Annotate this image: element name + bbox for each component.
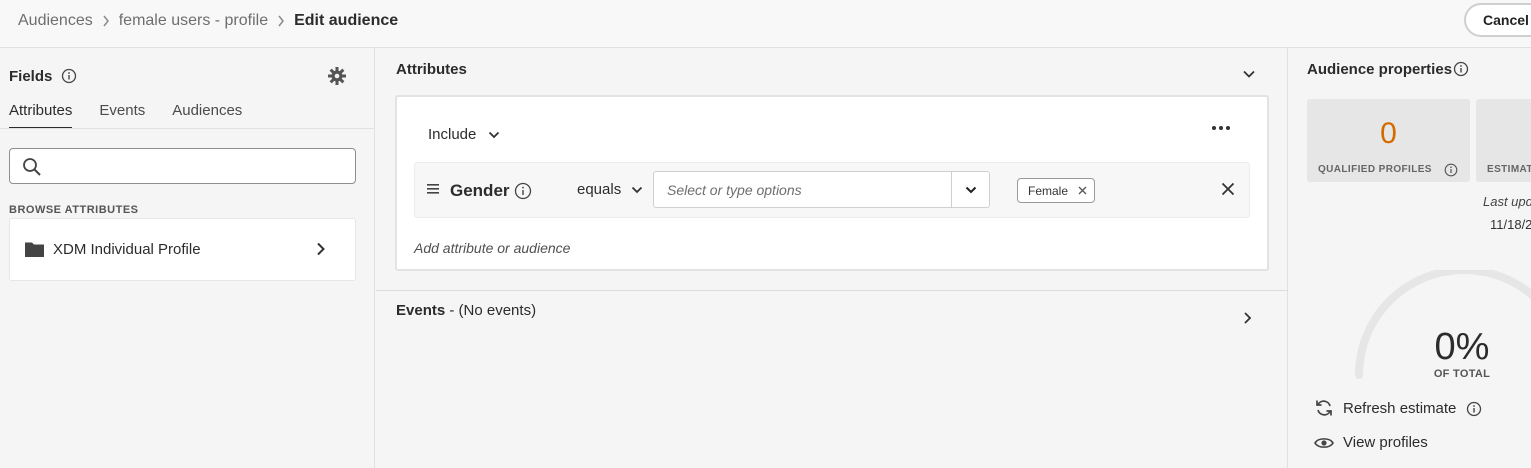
breadcrumb-audiences[interactable]: Audiences	[18, 12, 93, 30]
estimated-card: ESTIMATED	[1476, 99, 1531, 182]
last-updated-value: 11/18/2	[1490, 217, 1531, 232]
rule-builder: Attributes Include Gender equals Select …	[376, 48, 1288, 468]
page-title: Edit audience	[294, 12, 399, 29]
view-profiles-label: View profiles	[1343, 434, 1428, 451]
properties-title: Audience properties	[1307, 61, 1453, 78]
browse-item-xdm-profile[interactable]: XDM Individual Profile	[9, 218, 356, 281]
qualified-profiles-label: QUALIFIED PROFILES	[1318, 164, 1432, 175]
chevron-right-icon[interactable]	[1243, 311, 1252, 325]
events-note: - (No events)	[445, 302, 537, 319]
last-updated-label: Last updated	[1483, 194, 1531, 209]
remove-tag-icon[interactable]	[1078, 186, 1087, 195]
chevron-right-icon	[93, 11, 119, 31]
value-combobox	[653, 171, 990, 208]
events-section-header[interactable]: Events - (No events)	[396, 302, 536, 319]
info-icon[interactable]	[1466, 401, 1482, 417]
cancel-button[interactable]: Cancel	[1464, 3, 1531, 37]
qualified-profiles-card: 0 QUALIFIED PROFILES	[1307, 99, 1470, 182]
combobox-toggle-button[interactable]	[951, 172, 989, 207]
refresh-icon	[1316, 400, 1332, 416]
qualified-profiles-value: 0	[1380, 117, 1397, 150]
info-icon[interactable]	[61, 68, 77, 84]
audience-properties-panel: Audience properties 0 QUALIFIED PROFILES…	[1289, 48, 1531, 468]
fields-title: Fields	[9, 68, 53, 85]
more-options-icon[interactable]	[1211, 125, 1231, 131]
condition-row: Gender equals Female	[414, 162, 1250, 218]
operator-label: equals	[577, 181, 622, 198]
percent-of-total-value: 0%	[1434, 326, 1490, 368]
include-dropdown[interactable]: Include	[428, 126, 500, 143]
fields-tabs: Attributes Events Audiences	[9, 102, 269, 129]
top-bar: Audiences female users - profile Edit au…	[0, 0, 1531, 48]
attribute-rule-card: Include Gender equals Select or type opt…	[395, 95, 1269, 271]
folder-icon	[25, 241, 44, 257]
value-input[interactable]	[654, 172, 951, 207]
search-input[interactable]	[9, 148, 356, 184]
chevron-right-icon	[268, 11, 294, 31]
remove-condition-icon[interactable]	[1221, 182, 1235, 196]
chevron-down-icon	[489, 131, 500, 138]
value-tag: Female	[1017, 178, 1096, 203]
chevron-down-icon	[632, 186, 643, 193]
divider	[376, 290, 1288, 291]
attributes-section-title: Attributes	[396, 61, 467, 78]
drag-handle-icon[interactable]	[427, 184, 439, 194]
info-icon[interactable]	[1444, 163, 1458, 177]
condition-attribute: Gender	[450, 181, 510, 200]
chevron-down-icon	[965, 186, 976, 193]
fields-panel: Fields Attributes Events Audiences BROWS…	[0, 48, 375, 468]
view-profiles-button[interactable]: View profiles	[1314, 434, 1428, 451]
search-icon	[22, 157, 42, 177]
browse-heading: BROWSE ATTRIBUTES	[9, 204, 139, 216]
tab-events[interactable]: Events	[99, 102, 145, 129]
operator-dropdown[interactable]: equals	[577, 181, 643, 198]
browse-item-label: XDM Individual Profile	[53, 241, 201, 258]
gear-icon[interactable]	[327, 66, 347, 86]
include-label: Include	[428, 126, 477, 143]
estimated-label: ESTIMATED	[1487, 164, 1531, 175]
events-title: Events	[396, 302, 446, 319]
breadcrumb-audience-name[interactable]: female users - profile	[119, 12, 268, 30]
breadcrumb: Audiences female users - profile Edit au…	[18, 11, 398, 31]
refresh-estimate-label: Refresh estimate	[1343, 399, 1457, 417]
tab-attributes[interactable]: Attributes	[9, 102, 73, 129]
add-attribute-link[interactable]: Add attribute or audience	[414, 240, 570, 256]
tab-audiences[interactable]: Audiences	[172, 102, 242, 129]
tag-label: Female	[1028, 183, 1069, 198]
info-icon[interactable]	[1453, 61, 1469, 77]
refresh-estimate-button[interactable]: Refresh estimate	[1314, 398, 1456, 418]
percent-of-total-label: OF TOTAL	[1433, 368, 1491, 380]
chevron-right-icon	[316, 242, 326, 256]
divider	[0, 128, 375, 129]
info-icon[interactable]	[514, 182, 532, 200]
chevron-down-icon[interactable]	[1242, 69, 1256, 79]
eye-icon	[1314, 437, 1334, 448]
